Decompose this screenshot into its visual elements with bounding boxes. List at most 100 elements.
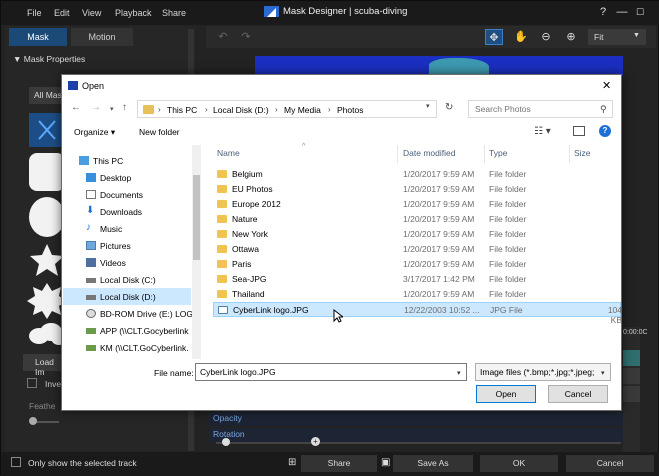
forward-arrow-icon[interactable]: →: [91, 102, 101, 113]
mask-shape-none[interactable]: [29, 113, 65, 147]
menu-file[interactable]: File: [27, 8, 42, 18]
menu-edit[interactable]: Edit: [54, 8, 70, 18]
timeline-row-rotation[interactable]: [209, 428, 623, 442]
minimize-icon[interactable]: —: [614, 6, 630, 18]
nav-item-pictures[interactable]: Pictures: [63, 237, 191, 254]
up-arrow-icon[interactable]: ↑: [122, 102, 127, 113]
dialog-cancel-button[interactable]: Cancel: [548, 385, 608, 403]
app-title: Mask Designer | scuba-diving: [283, 6, 408, 17]
refresh-icon[interactable]: ↻: [445, 102, 453, 113]
change-view-icon[interactable]: ☷ ▾: [534, 126, 551, 137]
only-selected-track-checkbox[interactable]: [11, 457, 21, 467]
nav-pane-scrollbar-thumb[interactable]: [193, 175, 200, 260]
feather-slider-handle[interactable]: [29, 417, 37, 425]
folder-icon: [217, 275, 227, 283]
help-icon[interactable]: ?: [599, 125, 611, 137]
timeline-scrubber-handle[interactable]: [222, 438, 230, 446]
file-row[interactable]: Europe 2012 1/20/2017 9:59 AM File folde…: [213, 197, 621, 212]
mask-shape-rounded-rect[interactable]: [29, 153, 65, 191]
mask-shape-ellipse[interactable]: [29, 197, 65, 237]
open-button[interactable]: Open: [476, 385, 536, 403]
search-input[interactable]: [475, 104, 595, 114]
file-row[interactable]: Nature 1/20/2017 9:59 AM File folder: [213, 212, 621, 227]
dialog-close-icon[interactable]: ✕: [602, 79, 611, 92]
nav-item-music[interactable]: ♪ Music: [63, 220, 191, 237]
file-row[interactable]: Sea-JPG 3/17/2017 1:42 PM File folder: [213, 272, 621, 287]
hand-tool-icon[interactable]: ✋: [512, 29, 530, 45]
invert-checkbox[interactable]: [27, 378, 37, 388]
address-bar[interactable]: › This PC › Local Disk (D:) › My Media ›…: [137, 100, 437, 118]
zoom-out-icon[interactable]: ⊖: [537, 29, 555, 45]
file-type-select[interactable]: Image files (*.bmp;*.jpg;*.jpeg; ▾: [475, 363, 611, 381]
nav-item-bd-rom[interactable]: BD-ROM Drive (E:) LOGI: [63, 305, 195, 322]
add-keyframe-icon[interactable]: +: [311, 437, 320, 446]
save-as-button[interactable]: Save As: [393, 455, 473, 472]
file-row-selected[interactable]: CyberLink logo.JPG 12/22/2003 10:52 ... …: [213, 302, 622, 325]
breadcrumb-my-media[interactable]: My Media: [284, 105, 321, 115]
address-dropdown-icon[interactable]: ▾: [426, 102, 430, 110]
nav-item-downloads[interactable]: ⬇ Downloads: [63, 203, 191, 220]
file-date: 1/20/2017 9:59 AM: [403, 289, 475, 299]
breadcrumb-this-pc[interactable]: This PC: [167, 105, 197, 115]
timeline-track-block[interactable]: [623, 386, 640, 402]
nav-item-this-pc[interactable]: This PC: [63, 152, 191, 169]
tab-motion[interactable]: Motion: [71, 28, 133, 46]
column-header-date-modified[interactable]: Date modified: [403, 148, 455, 158]
column-header-size[interactable]: Size: [574, 148, 591, 158]
open-file-dialog: Open ✕ ← → ▾ ↑ › This PC › Local Disk (D…: [61, 74, 622, 411]
mask-properties-header[interactable]: ▼ Mask Properties: [13, 54, 85, 64]
nav-pane-scrollbar[interactable]: [192, 145, 201, 359]
file-row[interactable]: Thailand 1/20/2017 9:59 AM File folder: [213, 287, 621, 302]
organize-button[interactable]: Organize ▾: [74, 127, 115, 138]
preview-pane-icon[interactable]: [573, 126, 585, 136]
column-header-type[interactable]: Type: [489, 148, 507, 158]
share-button[interactable]: Share: [301, 455, 377, 472]
undo-icon[interactable]: ↶: [214, 29, 232, 45]
timeline-track-block[interactable]: [623, 368, 640, 384]
back-arrow-icon[interactable]: ←: [71, 102, 81, 113]
file-row[interactable]: Ottawa 1/20/2017 9:59 AM File folder: [213, 242, 621, 257]
file-row[interactable]: EU Photos 1/20/2017 9:59 AM File folder: [213, 182, 621, 197]
nav-item-desktop[interactable]: Desktop: [63, 169, 191, 186]
timeline-scrubber-track[interactable]: [216, 442, 621, 444]
timeline-row-opacity[interactable]: [209, 412, 623, 426]
recent-locations-icon[interactable]: ▾: [110, 105, 114, 113]
load-image-button[interactable]: Load Im: [23, 354, 65, 377]
file-row[interactable]: Paris 1/20/2017 9:59 AM File folder: [213, 257, 621, 272]
new-folder-button[interactable]: New folder: [139, 127, 180, 137]
all-masks-dropdown[interactable]: All Mas: [29, 87, 65, 104]
timeline-keyframe-block[interactable]: [623, 350, 640, 366]
file-row[interactable]: New York 1/20/2017 9:59 AM File folder: [213, 227, 621, 242]
select-tool-icon[interactable]: ✥: [485, 29, 503, 45]
help-icon[interactable]: ?: [595, 6, 611, 18]
nav-item-km-network[interactable]: KM (\\CLT.GoCyberlink.: [63, 339, 191, 356]
column-divider[interactable]: [397, 145, 398, 163]
breadcrumb-local-disk-d[interactable]: Local Disk (D:): [213, 105, 269, 115]
nav-item-documents[interactable]: Documents: [63, 186, 191, 203]
search-box[interactable]: ⚲: [468, 100, 613, 118]
file-row[interactable]: Belgium 1/20/2017 9:59 AM File folder: [213, 167, 621, 182]
file-name-input[interactable]: [200, 367, 450, 377]
tab-mask[interactable]: Mask: [9, 28, 67, 46]
nav-item-local-disk-c[interactable]: Local Disk (C:): [63, 271, 191, 288]
ok-button[interactable]: OK: [480, 455, 558, 472]
column-header-name[interactable]: Name: [217, 148, 240, 158]
redo-icon[interactable]: ↷: [237, 29, 255, 45]
column-divider[interactable]: [484, 145, 485, 163]
column-divider[interactable]: [569, 145, 570, 163]
mask-shape-star[interactable]: [29, 243, 65, 279]
file-name-field[interactable]: [195, 363, 467, 381]
zoom-in-icon[interactable]: ⊕: [562, 29, 580, 45]
maximize-icon[interactable]: ☐: [632, 7, 648, 18]
nav-item-local-disk-d[interactable]: Local Disk (D:): [63, 288, 191, 305]
collapse-triangle-icon: ▼: [13, 54, 24, 64]
nav-item-videos[interactable]: Videos: [63, 254, 191, 271]
file-name-dropdown-icon[interactable]: ▾: [457, 369, 461, 377]
breadcrumb-photos[interactable]: Photos: [337, 105, 363, 115]
nav-item-app-network[interactable]: APP (\\CLT.Gocyberlink: [63, 322, 191, 339]
menu-share[interactable]: Share: [162, 8, 186, 18]
menu-view[interactable]: View: [82, 8, 101, 18]
cancel-button[interactable]: Cancel: [566, 455, 654, 472]
menu-playback[interactable]: Playback: [115, 8, 152, 18]
video-preview[interactable]: [255, 56, 623, 76]
